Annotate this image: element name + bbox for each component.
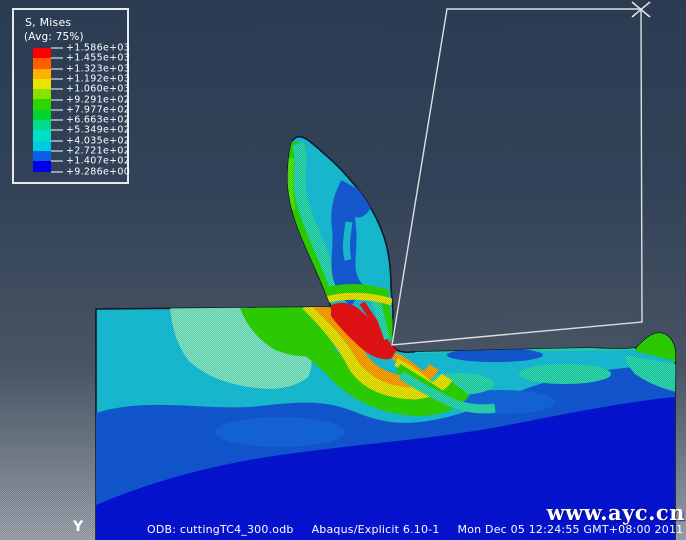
legend-swatches [33,48,51,172]
legend-tick [51,151,63,152]
legend-tick [51,48,63,49]
watermark: www.ayc.cn [547,502,685,523]
legend-color-band [33,141,51,151]
legend-color-band [33,89,51,99]
legend-color-band [33,69,51,79]
legend-label-row: +9.286e+00 [51,166,130,177]
status-solver: Abaqus/Explicit 6.10-1 [312,523,440,536]
legend-subtitle: (Avg: 75%) [24,31,127,43]
tool-outline [392,9,642,345]
abaqus-viewport: S, Mises (Avg: 75%) +1.586e+03+1.455e+03… [0,0,686,540]
legend-color-band [33,79,51,89]
axis-y-label: Y [73,520,83,534]
status-odb: ODB: cuttingTC4_300.odb [147,523,294,536]
legend: S, Mises (Avg: 75%) +1.586e+03+1.455e+03… [12,8,129,184]
legend-tick [51,78,63,79]
legend-tick [51,68,63,69]
legend-tick [51,161,63,162]
legend-tick [51,130,63,131]
legend-color-band [33,130,51,140]
legend-color-band [33,99,51,109]
legend-tick [51,140,63,141]
legend-title: S, Mises [25,16,127,29]
legend-color-band [33,110,51,120]
legend-color-band [33,48,51,58]
legend-color-band [33,58,51,68]
legend-tick [51,120,63,121]
legend-tick [51,109,63,110]
legend-color-band [33,161,51,171]
stress-contours [96,142,676,540]
legend-color-band [33,120,51,130]
legend-scale: +1.586e+03+1.455e+03+1.323e+03+1.192e+03… [33,48,127,174]
legend-tick [51,89,63,90]
legend-color-band [33,151,51,161]
legend-tick [51,171,63,172]
legend-value: +9.286e+00 [66,166,130,177]
legend-tick [51,99,63,100]
legend-tick [51,58,63,59]
